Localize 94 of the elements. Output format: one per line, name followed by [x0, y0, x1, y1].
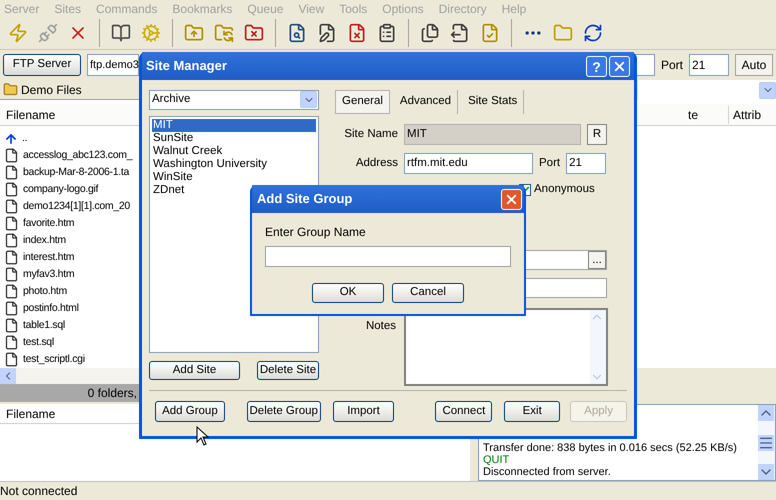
dialog-title: Site Manager [146, 57, 228, 76]
address-field[interactable]: rtfm.mit.edu [404, 153, 533, 174]
group-select[interactable]: Archive [149, 90, 319, 110]
column-header[interactable]: Attrib [728, 106, 776, 124]
file-icon [4, 216, 19, 232]
dialog-button[interactable]: Cancel [392, 283, 464, 303]
file-icon [4, 148, 19, 164]
site-item[interactable]: SunSite [152, 132, 316, 145]
dialog-button[interactable]: Exit [504, 401, 560, 422]
site-item[interactable]: Walnut Creek [152, 144, 316, 158]
mouse-cursor-icon [196, 426, 209, 446]
close-button[interactable] [609, 56, 630, 76]
add-site-button[interactable]: Add Site [149, 361, 240, 380]
file-icon [4, 335, 19, 350]
file-icon [4, 284, 19, 300]
host-field[interactable]: ftp.demo3 [87, 54, 139, 76]
clipboard-icon[interactable] [377, 22, 397, 43]
book-icon[interactable] [111, 22, 131, 43]
file-name[interactable]: company-logo.gif [23, 182, 98, 198]
file-name[interactable]: demo1234[1][1].com_20 [23, 198, 130, 215]
tab[interactable]: General [335, 90, 390, 114]
file-name[interactable]: photo.htm [23, 284, 67, 300]
file-name[interactable]: test_scriptl.cgi [23, 352, 85, 368]
file-name[interactable]: accesslog_abc123.com_ [23, 148, 132, 164]
ftp-server-button[interactable]: FTP Server [3, 54, 81, 76]
folder-sync-icon[interactable] [214, 22, 234, 43]
folder-icon [3, 82, 18, 98]
notes-field[interactable] [404, 308, 608, 386]
delete-site-button[interactable]: Delete Site [257, 361, 319, 380]
port-label: Port [660, 57, 683, 74]
file-icon [4, 233, 19, 248]
file-check-icon[interactable] [480, 22, 500, 43]
dialog-title: Add Site Group [257, 190, 354, 208]
file-icon [4, 165, 19, 180]
file-search-icon[interactable] [287, 22, 307, 43]
port-label: Port [539, 156, 560, 171]
port-field[interactable]: 21 [689, 54, 729, 76]
file-arrow-icon[interactable] [450, 22, 470, 43]
file-name[interactable]: backup-Mar-8-2006-1.ta [23, 164, 130, 181]
file-name[interactable]: myfav3.htm [23, 266, 74, 283]
log-line: Transfer done: 838 bytes in 0.016 secs (52.25 KB/s) [483, 442, 738, 454]
dialog-button[interactable]: Import [332, 401, 394, 422]
log-line: QUIT [483, 454, 510, 466]
site-name-label: Site Name [343, 126, 398, 142]
rename-button[interactable]: R [587, 124, 607, 145]
log-line: Disconnected from server. [483, 466, 612, 478]
refresh-icon[interactable] [583, 22, 603, 43]
address-label: Address [354, 156, 398, 171]
files-icon[interactable] [420, 22, 440, 43]
file-name[interactable]: index.htm [23, 232, 66, 249]
dialog-button[interactable]: Delete Group [246, 401, 321, 422]
vertical-scrollbar[interactable] [758, 405, 775, 480]
transfer-mode-button[interactable]: Auto [735, 54, 773, 76]
site-item[interactable]: MIT [152, 118, 316, 132]
scroll-up-icon[interactable] [758, 405, 774, 422]
column-header[interactable]: te [637, 106, 728, 124]
group-name-field[interactable] [265, 246, 511, 267]
status-text: Not connected [0, 483, 78, 500]
folder-up-icon[interactable] [184, 22, 204, 43]
file-pen-icon[interactable] [317, 22, 337, 43]
remote-path-field[interactable] [638, 80, 776, 100]
scroll-thumb-icon[interactable] [758, 434, 774, 451]
tab[interactable]: Advanced [394, 90, 458, 114]
file-icon [4, 199, 19, 214]
tab[interactable]: Site Stats [462, 90, 524, 114]
dialog-button[interactable]: Add Group [155, 401, 225, 422]
field-label: Enter Group Name [265, 224, 367, 241]
notes-label: Notes [364, 319, 396, 334]
folder-cross-icon[interactable] [244, 22, 264, 43]
file-name[interactable]: interest.htm [23, 250, 74, 266]
file-icon [4, 352, 19, 368]
anonymous-label: Anonymous [534, 182, 595, 198]
browse-button[interactable]: ... [588, 251, 606, 269]
site-item[interactable]: WinSite [152, 170, 316, 184]
scroll-down-icon[interactable] [758, 464, 774, 480]
port-field[interactable]: 21 [566, 153, 606, 174]
file-icon [4, 267, 19, 282]
file-cross-icon[interactable] [347, 22, 367, 43]
file-name[interactable]: test.sql [23, 334, 54, 351]
file-name[interactable]: favorite.htm [23, 216, 74, 232]
dialog-button[interactable]: OK [312, 283, 384, 303]
file-name[interactable]: postinfo.html [23, 300, 79, 317]
dialog-button[interactable]: Connect [435, 401, 492, 422]
file-icon [4, 250, 19, 266]
file-icon [4, 182, 19, 198]
file-name[interactable]: table1.sql [23, 318, 65, 334]
site-item[interactable]: Washington University [152, 158, 316, 171]
file-icon [4, 301, 19, 316]
file-icon [4, 318, 19, 334]
close-button[interactable] [501, 188, 522, 210]
help-button[interactable]: ? [586, 56, 607, 76]
site-name-field[interactable]: MIT [404, 124, 581, 145]
file-name[interactable]: .. [22, 130, 28, 147]
up-folder-icon [4, 132, 18, 146]
